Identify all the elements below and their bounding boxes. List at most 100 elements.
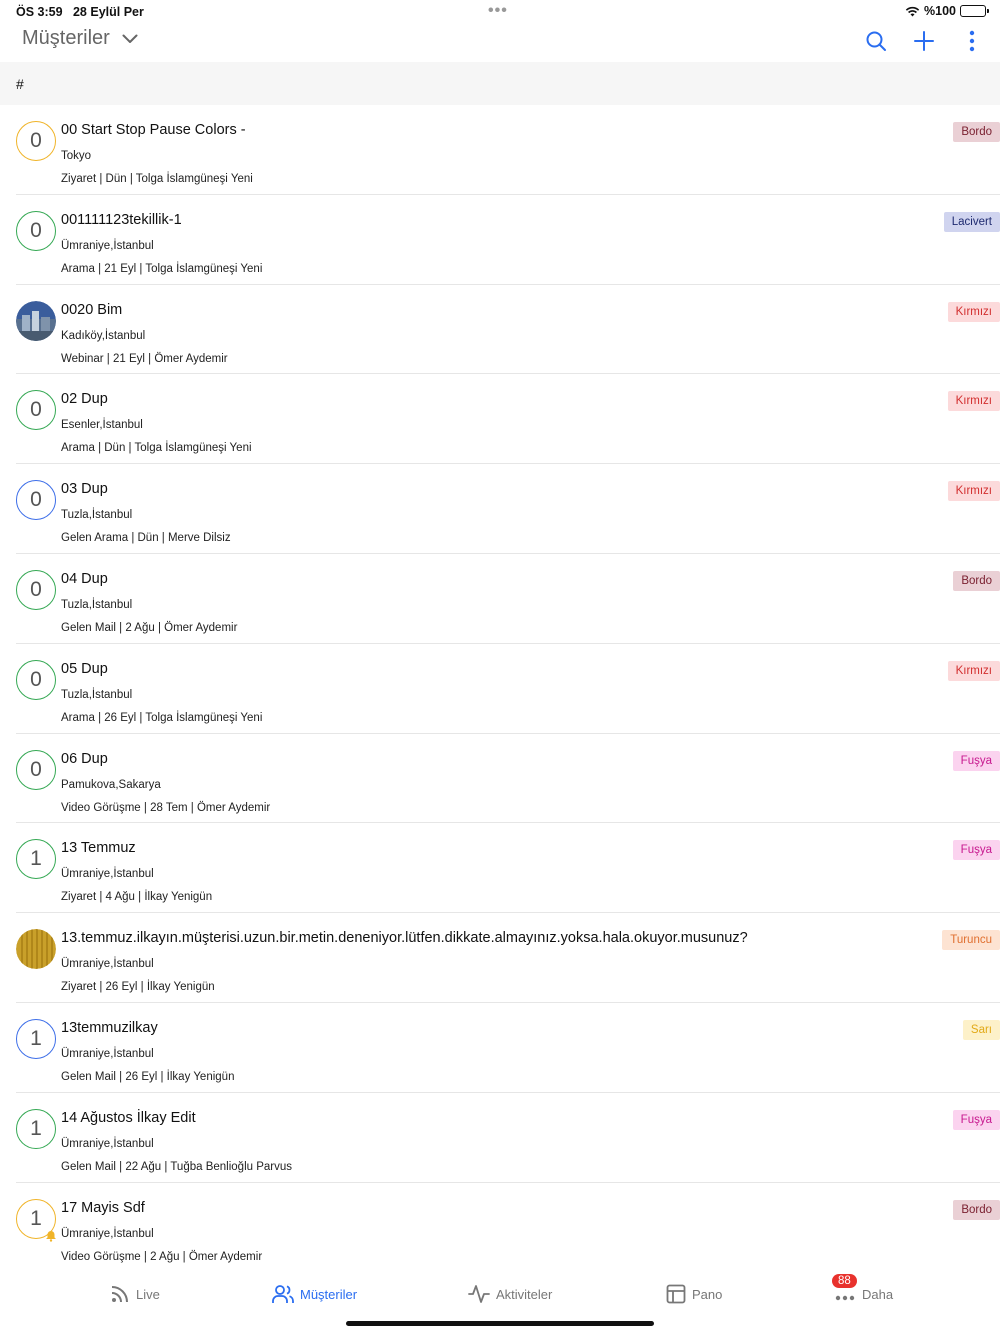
nav-bar: Müşteriler [0,24,1000,62]
status-right: %100 [905,4,989,18]
list-item[interactable]: 0 00 Start Stop Pause Colors - Tokyo Ziyare… [16,105,1000,195]
search-button[interactable] [862,27,890,55]
layout-icon [666,1284,686,1304]
customer-location: Ümraniye,İstanbul [61,239,154,252]
tab-activities[interactable]: Aktiviteler [468,1284,552,1304]
last-activity: Ziyaret | 26 Eyl | İlkay Yenigün [61,981,215,994]
multitasking-dots-icon[interactable]: ••• [488,2,508,20]
customer-location: Tuzla,İstanbul [61,688,133,701]
status-badge: Bordo [953,1199,1000,1220]
status-badge: Fuşya [952,750,1000,771]
avatar-initial: 0 [16,390,56,431]
tab-more[interactable]: 88 Daha [832,1274,894,1304]
section-header: # [0,62,1000,105]
avatar [16,300,56,341]
list-item[interactable]: 1 14 Ağustos İlkay Edit Ümraniye,İstanbul G… [16,1093,1000,1183]
customer-name: 06 Dup [61,750,108,767]
status-badge: Kırmızı [947,301,1000,322]
status-bar: ÖS 3:59 28 Eylül Per ••• %100 [0,0,1000,24]
status-badge: Kırmızı [947,660,1000,681]
more-options-button[interactable] [958,27,986,55]
tab-label: Live [136,1286,160,1302]
customer-location: Ümraniye,İstanbul [61,1047,154,1060]
status-badge: Sarı [962,1019,1000,1040]
list-item[interactable]: 0 02 Dup Esenler,İstanbul Arama | Dün | Tol… [16,374,1000,465]
list-item[interactable]: 0 05 Dup Tuzla,İstanbul Arama | 26 Eyl | To… [16,644,1000,734]
last-activity: Ziyaret | Dün | Tolga İslamgüneşi Yeni [61,173,253,185]
search-icon [866,31,886,51]
customer-name: 001111123tekillik-1 [61,211,182,228]
last-activity: Webinar | 21 Eyl | Ömer Aydemir [61,352,228,365]
avatar-initial: 1 [16,1198,56,1242]
tab-label: Daha [862,1286,894,1302]
status-badge: Bordo [953,570,1000,591]
last-activity: Video Görüşme | 28 Tem | Ömer Aydemir [61,801,271,814]
list-item[interactable]: 0 001111123tekillik-1 Ümraniye,İstanbul Ara… [16,195,1000,285]
avatar-initial: 0 [16,749,56,790]
users-icon [272,1285,294,1303]
customer-name: 17 Mayis Sdf [61,1199,145,1216]
customer-list[interactable]: 0 00 Start Stop Pause Colors - Tokyo Ziyare… [0,105,1000,1270]
list-item[interactable]: 1 13 Temmuz Ümraniye,İstanbul Ziyaret | 4 A… [16,823,1000,914]
customer-name: 02 Dup [61,391,108,408]
customer-location: Tuzla,İstanbul [61,598,133,611]
battery-icon [960,5,989,17]
list-item[interactable]: 0020 Bim Kadıköy,İstanbul Webinar | 21 Eyl… [16,285,1000,375]
avatar [16,929,56,970]
list-item[interactable]: 0 04 Dup Tuzla,İstanbul Gelen Mail | 2 Ağu … [16,554,1000,644]
tab-board[interactable]: Pano [666,1284,722,1304]
more-vertical-icon [969,30,975,52]
last-activity: Gelen Mail | 26 Eyl | İlkay Yenigün [61,1070,235,1083]
last-activity: Arama | 21 Eyl | Tolga İslamgüneşi Yeni [61,262,263,275]
customer-name: 0020 Bim [61,301,123,318]
wifi-icon [905,6,920,16]
customer-location: Ümraniye,İstanbul [61,1137,154,1150]
avatar-initial: 0 [16,569,56,610]
customer-name: 05 Dup [61,660,108,677]
customer-location: Tuzla,İstanbul [61,509,133,522]
notification-badge: 88 [832,1274,857,1288]
customer-view-selector[interactable]: Müşteriler [22,27,138,50]
customer-location: Ümraniye,İstanbul [61,868,154,881]
last-activity: Arama | 26 Eyl | Tolga İslamgüneşi Yeni [61,711,263,724]
avatar-initial: 1 [16,1108,56,1149]
list-item[interactable]: 0 06 Dup Pamukova,Sakarya Video Görüşme | 2… [16,734,1000,824]
last-activity: Arama | Dün | Tolga İslamgüneşi Yeni [61,442,252,455]
status-badge: Kırmızı [947,481,1000,502]
tab-live[interactable]: Live [110,1284,160,1304]
customer-location: Pamukova,Sakarya [61,778,161,791]
customer-location: Esenler,İstanbul [61,419,143,432]
last-activity: Gelen Arama | Dün | Merve Dilsiz [61,532,231,545]
activity-icon [468,1285,490,1303]
section-label: # [16,76,24,92]
add-customer-button[interactable] [910,27,938,55]
status-badge: Bordo [953,122,1000,142]
status-badge: Lacivert [943,211,1000,232]
customer-location: Kadıköy,İstanbul [61,329,146,342]
list-item[interactable]: 1 17 Mayis Sdf Ümraniye,İstanbul Video Görü… [16,1183,1000,1270]
customer-location: Ümraniye,İstanbul [61,1227,154,1240]
avatar-initial: 1 [16,1018,56,1059]
customer-name: 13.temmuz.ilkayın.müşterisi.uzun.bir.met… [61,930,748,947]
avatar-initial: 0 [16,121,56,161]
tab-customers[interactable]: Müşteriler [272,1284,357,1304]
list-item[interactable]: 0 03 Dup Tuzla,İstanbul Gelen Arama | Dün |… [16,464,1000,554]
battery-percent: %100 [924,4,956,18]
list-item[interactable]: 13.temmuz.ilkayın.müşterisi.uzun.bir.met… [16,913,1000,1003]
customer-location: Ümraniye,İstanbul [61,958,154,971]
customer-name: 03 Dup [61,481,108,498]
avatar-initial: 0 [16,480,56,521]
chevron-down-icon [122,34,138,43]
home-indicator [346,1321,654,1326]
tab-label: Müşteriler [300,1286,358,1302]
last-activity: Video Görüşme | 2 Ağu | Ömer Aydemir [61,1250,263,1263]
customer-name: 13temmuzilkay [61,1019,158,1036]
list-item[interactable]: 1 13temmuzilkay Ümraniye,İstanbul Gelen Mai… [16,1003,1000,1093]
bell-icon [46,1230,56,1242]
customer-name: 04 Dup [61,570,108,587]
status-badge: Fuşya [952,1109,1000,1130]
avatar-initial: 1 [16,839,56,880]
status-badge: Turuncu [942,930,1000,951]
status-badge: Kırmızı [947,391,1000,412]
rss-icon [111,1286,128,1303]
